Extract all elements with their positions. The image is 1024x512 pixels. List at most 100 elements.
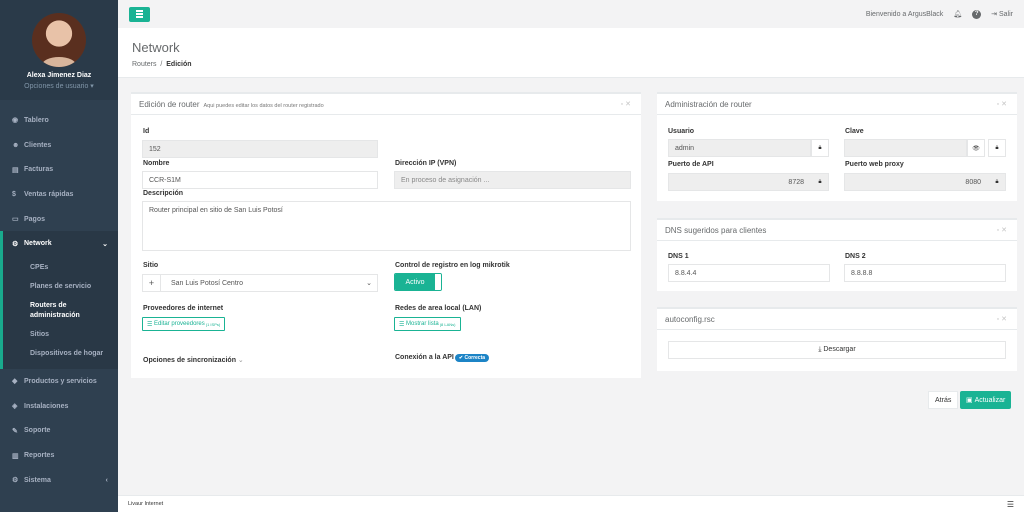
site-label: Sitio xyxy=(143,262,159,269)
topbar-right: Bienvenido a ArgusBlack 🔔︎ ? ⇥ Salir xyxy=(865,9,1013,19)
sidebar-item-label: Facturas xyxy=(24,166,54,174)
sidebar-item-label: Instalaciones xyxy=(24,402,69,410)
sidebar-item-label: Sistema xyxy=(24,477,51,485)
user-options-dropdown[interactable]: Opciones de usuario ▾ xyxy=(0,82,118,90)
sidebar-item-instalaciones[interactable]: ◈ Instalaciones xyxy=(0,394,118,419)
download-button[interactable]: ⤓ Descargar xyxy=(668,341,1006,359)
sidebar-item-ventas[interactable]: $ Ventas rápidas xyxy=(0,182,118,207)
lock-icon: 🔒︎ xyxy=(811,139,829,157)
sidebar-item-sistema[interactable]: ⚙ Sistema ‹ xyxy=(0,468,118,493)
save-icon: ▣ xyxy=(966,397,975,404)
user-field: admin xyxy=(668,139,811,157)
sidebar-item-label: Tablero xyxy=(24,116,49,124)
sidebar-item-label: Ventas rápidas xyxy=(24,190,74,198)
update-button[interactable]: ▣ Actualizar xyxy=(960,391,1012,409)
description-textarea[interactable]: Router principal en sitio de San Luis Po… xyxy=(142,201,631,251)
list-icon: ☰ xyxy=(399,321,407,328)
lock-icon: 🔒︎ xyxy=(988,139,1006,157)
show-lan-list-button[interactable]: ☰ Mostrar lista (8 LANs) xyxy=(394,317,461,331)
dns2-field[interactable]: 8.8.8.8 xyxy=(844,264,1006,282)
eye-icon[interactable]: 👁︎ xyxy=(967,139,985,157)
api-connection: Conexión a la API ✔ Correcta xyxy=(395,354,490,362)
sidebar-subitem-sitios[interactable]: Sitios xyxy=(3,325,118,344)
plus-icon[interactable]: + xyxy=(143,275,161,291)
breadcrumb: Routers / Edición xyxy=(132,61,192,68)
back-button[interactable]: Atrás xyxy=(928,391,959,409)
logout-link[interactable]: ⇥ Salir xyxy=(991,10,1013,18)
sidebar-item-pagos[interactable]: ▭ Pagos xyxy=(0,207,118,232)
welcome-text: Bienvenido a ArgusBlack xyxy=(865,10,944,18)
panel-title: Administración de router xyxy=(665,99,752,109)
proxy-port-label: Puerto web proxy xyxy=(845,161,904,168)
log-control-label: Control de registro en log mikrotik xyxy=(395,262,510,269)
cubes-icon: ◆ xyxy=(12,378,18,386)
panel-tools[interactable]: ▫✕ xyxy=(997,100,1009,108)
lan-label: Redes de area local (LAN) xyxy=(395,305,482,312)
sidebar-item-network[interactable]: ⚙ Network ⌄ xyxy=(0,231,118,257)
cogs-icon: ⚙ xyxy=(12,477,19,485)
sidebar-item-label: Reportes xyxy=(24,452,55,460)
breadcrumb-current: Edición xyxy=(166,61,192,68)
dollar-icon: $ xyxy=(12,190,16,198)
wrench-icon: ✎ xyxy=(12,427,18,435)
name-field[interactable]: CCR-S1M xyxy=(142,171,378,189)
menu-toggle-button[interactable] xyxy=(129,6,150,22)
question-icon[interactable]: ? xyxy=(972,9,982,19)
site-select[interactable]: + San Luis Potosí Centro ⌄ xyxy=(142,274,378,292)
sidebar-subitem-cpes[interactable]: CPEs xyxy=(3,258,118,277)
panel-tools[interactable]: ▫✕ xyxy=(997,315,1009,323)
sitemap-icon: ⚙ xyxy=(12,240,19,248)
sidebar-item-soporte[interactable]: ✎ Soporte xyxy=(0,419,118,444)
user-label: Usuario xyxy=(668,128,695,135)
description-label: Descripción xyxy=(143,190,184,197)
sidebar-item-facturas[interactable]: ▤ Facturas xyxy=(0,157,118,182)
sidebar-item-reportes[interactable]: ▥ Reportes xyxy=(0,443,118,468)
panel-header: autoconfig.rsc ▫✕ xyxy=(657,309,1017,330)
log-control-toggle[interactable]: Activo xyxy=(394,273,442,291)
proxy-port-field: 8080 xyxy=(844,173,1006,191)
sidebar-item-label: Pagos xyxy=(24,215,46,223)
site-select-value: San Luis Potosí Centro xyxy=(171,279,243,287)
panel-tools[interactable]: ▫✕ xyxy=(997,226,1009,234)
sync-options-toggle[interactable]: Opciones de sincronización ⌄ xyxy=(143,356,244,364)
breadcrumb-routers[interactable]: Routers xyxy=(132,61,157,68)
tachometer-icon: ◉ xyxy=(12,117,19,125)
lock-icon: 🔒︎ xyxy=(995,178,999,185)
users-icon: ☻ xyxy=(12,141,20,149)
autoconfig-panel: autoconfig.rsc ▫✕ ⤓ Descargar xyxy=(657,307,1017,371)
page-title: Network xyxy=(132,40,180,55)
sidebar-subitem-dispositivos[interactable]: Dispositivos de hogar xyxy=(3,344,118,363)
chat-icon[interactable]: ☰ xyxy=(1007,500,1014,509)
dns1-field[interactable]: 8.8.4.4 xyxy=(668,264,830,282)
panel-tools[interactable]: ▫✕ xyxy=(621,100,633,108)
profile-block: Alexa Jimenez Diaz Opciones de usuario ▾ xyxy=(0,0,118,100)
bell-icon[interactable]: 🔔︎ xyxy=(953,10,962,18)
dns1-label: DNS 1 xyxy=(668,253,689,260)
chevron-down-icon: ⌄ xyxy=(237,357,244,364)
bars-icon xyxy=(136,10,143,12)
sidebar-subitem-planes[interactable]: Planes de servicio xyxy=(3,277,118,296)
providers-label: Proveedores de internet xyxy=(143,305,224,312)
edit-providers-button[interactable]: ☰ Editar proveedores (1 ISPs) xyxy=(142,317,226,331)
panel-title: Edición de router xyxy=(139,99,200,109)
sidebar-subitem-routers[interactable]: Routers de administración xyxy=(3,296,118,325)
footer: Livaur Internet ☰ xyxy=(118,495,1024,512)
panel-header: Administración de router ▫✕ xyxy=(657,94,1017,115)
bar-chart-icon: ▥ xyxy=(12,452,19,460)
avatar[interactable] xyxy=(32,13,86,67)
topbar: Bienvenido a ArgusBlack 🔔︎ ? ⇥ Salir xyxy=(118,0,1024,28)
api-status-badge: ✔ Correcta xyxy=(454,354,490,362)
dns2-label: DNS 2 xyxy=(845,253,866,260)
network-submenu: CPEs Planes de servicio Routers de admin… xyxy=(0,256,118,370)
sidebar-item-clientes[interactable]: ☻ Clientes xyxy=(0,133,118,158)
list-icon: ☰ xyxy=(147,321,155,328)
toggle-on-label: Activo xyxy=(395,274,435,290)
chevron-down-icon: ⌄ xyxy=(366,280,372,287)
vpn-ip-field: En proceso de asignación ... xyxy=(394,171,631,189)
sidebar-item-productos[interactable]: ◆ Productos y servicios xyxy=(0,369,118,394)
money-icon: ▭ xyxy=(12,216,19,224)
chevron-left-icon: ‹ xyxy=(105,476,108,484)
sidebar-item-tablero[interactable]: ◉ Tablero xyxy=(0,108,118,133)
router-admin-panel: Administración de router ▫✕ Usuario admi… xyxy=(657,92,1017,201)
sidebar-item-label: Network xyxy=(24,240,52,248)
